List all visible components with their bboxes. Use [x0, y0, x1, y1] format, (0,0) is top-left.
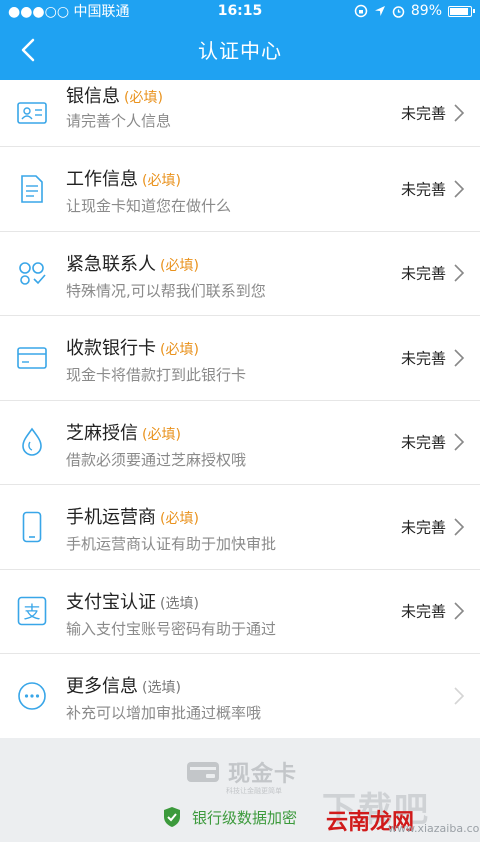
item-title: 银信息 (必填) — [66, 86, 163, 107]
list-item-emergency-contact[interactable]: 紧急联系人 (必填) 特殊情况,可以帮我们联系到您 未完善 — [0, 232, 480, 316]
alarm-icon — [392, 5, 405, 18]
item-desc: 输入支付宝账号密码有助于通过 — [66, 619, 277, 638]
item-status: 未完善 — [400, 518, 446, 537]
chevron-right-icon — [454, 602, 465, 620]
item-status: 未完善 — [400, 349, 446, 368]
phone-icon — [16, 511, 48, 543]
item-title: 更多信息 (选填) — [66, 676, 181, 697]
chevron-right-icon — [454, 180, 465, 198]
item-title: 支付宝认证 (选填) — [66, 591, 199, 613]
brand-name: 现金卡 — [228, 762, 298, 787]
list-item-sesame-credit[interactable]: 芝麻授信 (必填) 借款必须要通过芝麻授权哦 未完善 — [0, 401, 480, 485]
nav-bar: 认证中心 — [0, 22, 480, 80]
battery-fill — [450, 7, 468, 15]
shield-check-icon — [164, 807, 180, 827]
item-tag: (必填) — [142, 426, 181, 443]
status-right: 89% — [354, 3, 475, 19]
list-item-more-info[interactable]: 更多信息 (选填) 补充可以增加审批通过概率哦 — [0, 654, 480, 739]
alipay-icon: 支 — [16, 595, 48, 627]
item-title: 芝麻授信 (必填) — [66, 422, 181, 444]
item-desc: 手机运营商认证有助于加快审批 — [66, 535, 277, 553]
chevron-right-icon — [454, 687, 465, 705]
item-desc: 特殊情况,可以帮我们联系到您 — [66, 281, 266, 300]
item-title: 收款银行卡 (必填) — [66, 338, 199, 359]
item-title: 工作信息 (必填) — [66, 169, 181, 190]
item-desc: 现金卡将借款打到此银行卡 — [66, 366, 247, 384]
lock-rotation-icon — [354, 4, 368, 18]
security-notice: 银行级数据加密 — [162, 806, 297, 828]
id-card-icon — [16, 97, 48, 129]
chevron-right-icon — [454, 518, 465, 536]
item-title: 手机运营商 (必填) — [66, 507, 199, 528]
item-tag: (必填) — [160, 257, 199, 274]
list-item-alipay[interactable]: 支 支付宝认证 (选填) 输入支付宝账号密码有助于通过 未完善 — [0, 570, 480, 654]
watermark-site: www.xiazaiba.com — [388, 822, 480, 835]
sesame-icon — [16, 426, 48, 458]
battery-percent: 89% — [410, 3, 442, 19]
item-desc: 补充可以增加审批通过概率哦 — [66, 704, 262, 722]
chevron-right-icon — [454, 433, 465, 451]
item-status: 未完善 — [400, 602, 446, 621]
contacts-icon — [16, 257, 48, 289]
list-item-bank-card[interactable]: 收款银行卡 (必填) 现金卡将借款打到此银行卡 未完善 — [0, 316, 480, 401]
location-icon — [374, 6, 385, 16]
svg-text:支: 支 — [24, 603, 41, 623]
item-desc: 请完善个人信息 — [66, 112, 172, 130]
item-status: 未完善 — [400, 433, 446, 452]
item-desc: 让现金卡知道您在做什么 — [66, 197, 232, 215]
item-status: 未完善 — [400, 180, 446, 199]
chevron-right-icon — [454, 104, 465, 122]
item-tag: (选填) — [142, 680, 181, 696]
status-bar: ●●●○○ 中国联通 16:15 89% — [0, 0, 480, 22]
more-icon — [16, 680, 48, 712]
item-tag: (必填) — [142, 173, 181, 189]
brand-logo: 现金卡 科技让金融更简单 — [186, 756, 298, 795]
auth-list: 银信息 (必填) 请完善个人信息 未完善 工作信息 (必填) 让现金卡知道您在做什么… — [0, 80, 480, 739]
page-title: 认证中心 — [198, 39, 282, 63]
chevron-right-icon — [454, 264, 465, 282]
security-text: 银行级数据加密 — [192, 808, 298, 827]
list-item-work-info[interactable]: 工作信息 (必填) 让现金卡知道您在做什么 未完善 — [0, 147, 480, 232]
item-status: 未完善 — [400, 264, 446, 283]
list-item-mobile-carrier[interactable]: 手机运营商 (必填) 手机运营商认证有助于加快审批 未完善 — [0, 485, 480, 570]
item-title: 紧急联系人 (必填) — [66, 253, 199, 275]
item-tag: (必填) — [160, 511, 199, 527]
item-tag: (必填) — [160, 342, 199, 358]
list-item-personal-info[interactable]: 银信息 (必填) 请完善个人信息 未完善 — [0, 80, 480, 147]
cash-card-logo-icon — [187, 762, 219, 782]
brand-slogan: 科技让金融更简单 — [226, 787, 282, 795]
item-desc: 借款必须要通过芝麻授权哦 — [66, 450, 247, 469]
footer: 现金卡 科技让金融更简单 银行级数据加密 下载吧 云南龙网 www.xiazai… — [0, 738, 480, 842]
item-tag: (必填) — [124, 90, 163, 106]
bank-card-icon — [16, 342, 48, 374]
item-status: 未完善 — [400, 104, 446, 123]
watermark: 下载吧 云南龙网 www.xiazaiba.com — [322, 782, 480, 840]
item-tag: (选填) — [160, 595, 199, 612]
document-icon — [16, 173, 48, 205]
battery-icon — [448, 5, 475, 17]
chevron-right-icon — [454, 349, 465, 367]
